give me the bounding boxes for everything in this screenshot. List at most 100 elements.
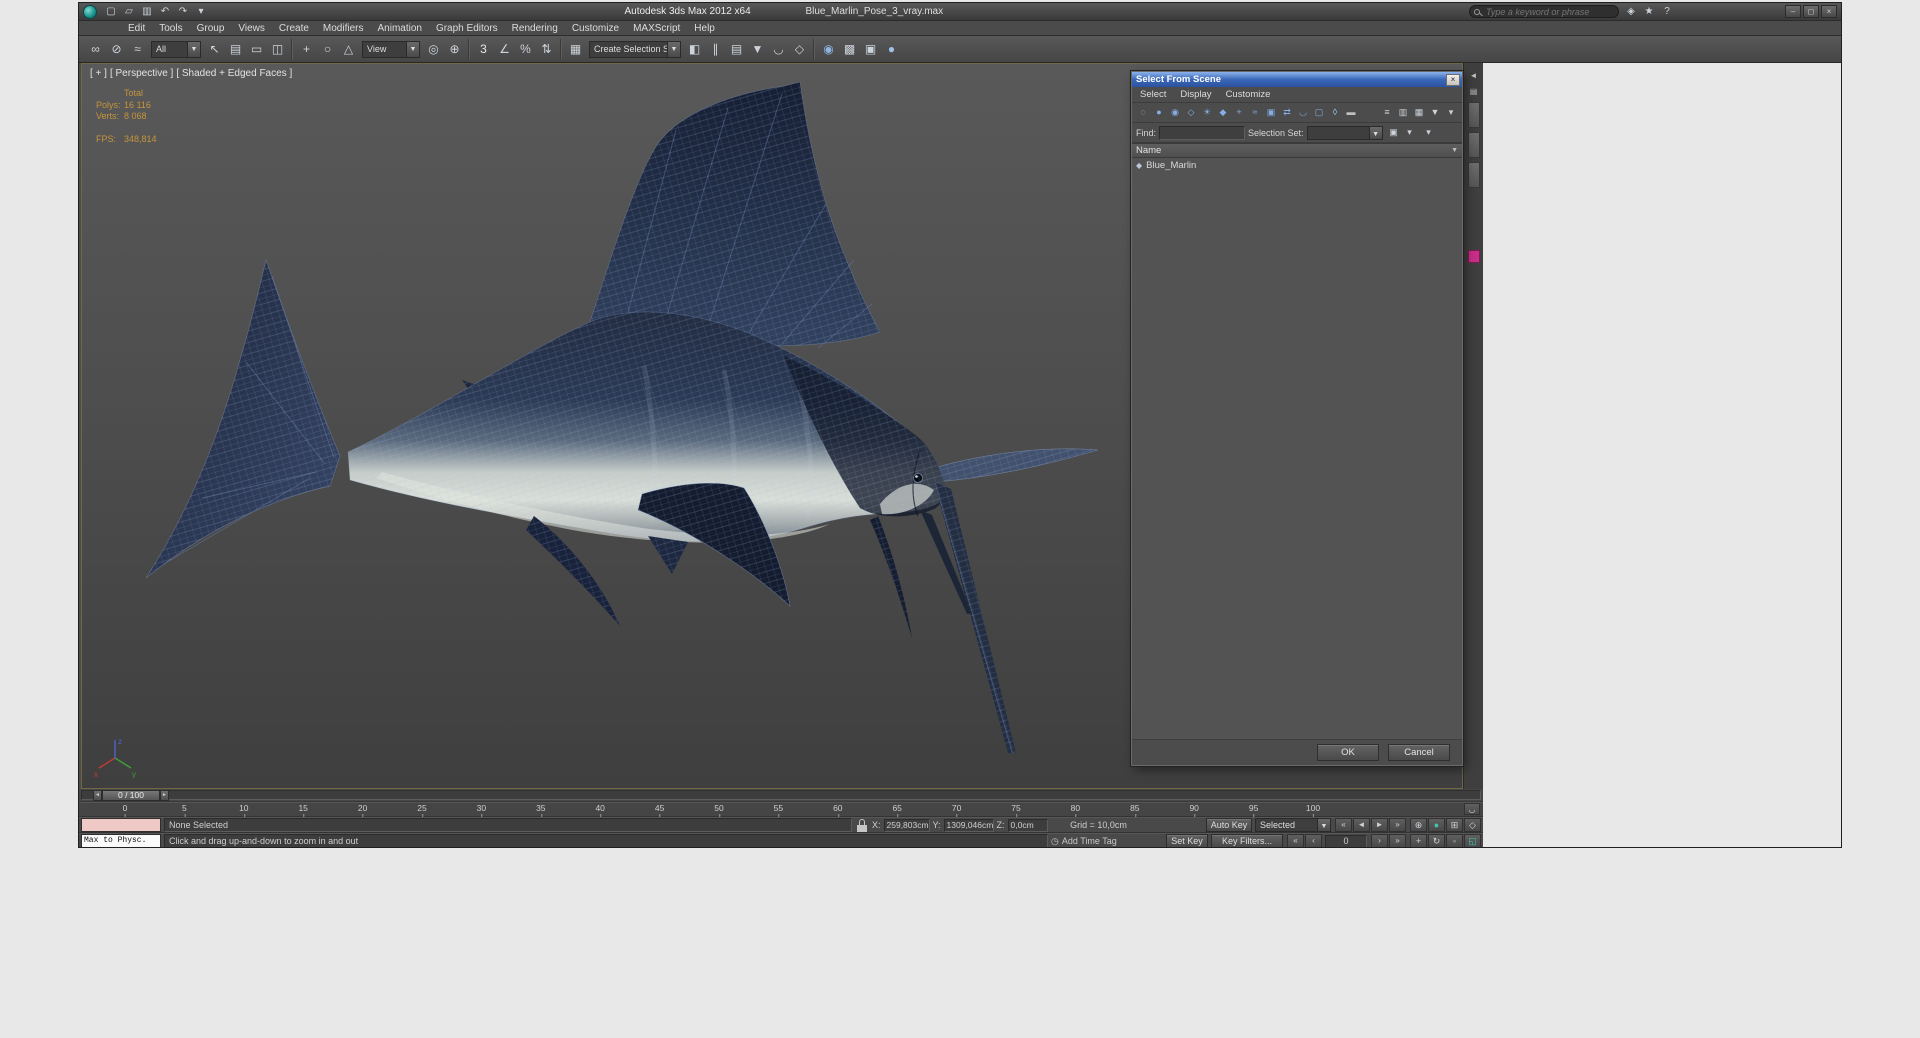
menu-maxscript[interactable]: MAXScript: [626, 21, 687, 36]
menu-rendering[interactable]: Rendering: [505, 21, 565, 36]
maxscript-mini-listener[interactable]: Max to Physc.: [81, 834, 161, 847]
viewport-general-menu[interactable]: [ + ]: [90, 68, 107, 79]
snaps-toggle-icon[interactable]: 3: [473, 39, 494, 60]
select-by-name-icon[interactable]: ▤: [225, 39, 246, 60]
display-none-icon[interactable]: ◌: [1135, 105, 1151, 120]
previous-key-button[interactable]: ◄: [1353, 818, 1370, 832]
help-icon[interactable]: ?: [1658, 4, 1676, 19]
menu-select[interactable]: Select: [1133, 87, 1173, 102]
menu-group[interactable]: Group: [190, 21, 232, 36]
select-and-rotate-icon[interactable]: ○: [317, 39, 338, 60]
display-hidden-icon[interactable]: ▬: [1343, 105, 1359, 120]
display-groups-icon[interactable]: ▣: [1263, 105, 1279, 120]
graphite-modeling-icon[interactable]: ▼: [747, 39, 768, 60]
go-to-start-frame-button[interactable]: «: [1287, 834, 1304, 847]
scene-object-row[interactable]: ◆ Blue_Marlin: [1132, 158, 1462, 172]
menu-edit[interactable]: Edit: [121, 21, 152, 36]
previous-frame-nub[interactable]: ◄: [93, 790, 102, 801]
schematic-view-icon[interactable]: ◇: [789, 39, 810, 60]
use-pivot-point-center-icon[interactable]: ◎: [423, 39, 444, 60]
panel-scroll-segment[interactable]: [1467, 162, 1480, 188]
display-shapes-icon[interactable]: ◇: [1183, 105, 1199, 120]
render-setup-icon[interactable]: ▩: [839, 39, 860, 60]
zoom-region-icon[interactable]: ⊞: [1446, 818, 1463, 832]
filter-selection-icon[interactable]: ▼: [1427, 105, 1443, 120]
display-xrefs-icon[interactable]: ⇄: [1279, 105, 1295, 120]
selection-lock-icon[interactable]: [857, 818, 867, 832]
ok-button[interactable]: OK: [1317, 744, 1379, 761]
find-input[interactable]: [1159, 125, 1246, 140]
x-coordinate-field[interactable]: 259,803cm: [883, 818, 930, 832]
window-crossing-icon[interactable]: ◫: [267, 39, 288, 60]
select-and-link-icon[interactable]: ∞: [85, 39, 106, 60]
panel-scroll-segment[interactable]: [1467, 132, 1480, 158]
selected-filter-dropdown[interactable]: Selected ▼: [1255, 818, 1331, 832]
y-coordinate-field[interactable]: 1309,046cm: [943, 818, 994, 832]
time-slider-handle[interactable]: 0 / 100: [102, 790, 160, 801]
time-slider[interactable]: ◄ 0 / 100 ►: [79, 789, 1483, 802]
track-bar[interactable]: 0 5 10 15 20 25 30 35 40 45 50 55 60 65 70 75 80 85 90 95 10…: [79, 802, 1483, 817]
selection-set-menu-icon[interactable]: ▾: [1402, 125, 1418, 140]
menu-animation[interactable]: Animation: [370, 21, 428, 36]
play-animation-button[interactable]: ►: [1371, 818, 1388, 832]
search-input[interactable]: [1469, 5, 1619, 18]
new-scene-icon[interactable]: ▢: [102, 4, 120, 19]
named-selection-sets-dropdown[interactable]: Create Selection Set▼: [589, 40, 681, 58]
display-mode-list-icon[interactable]: ≡: [1379, 105, 1395, 120]
open-mini-curve-editor-button[interactable]: ◡: [1464, 803, 1480, 815]
command-panel-arrow-icon[interactable]: ◄: [1467, 69, 1481, 82]
time-slider-track[interactable]: [81, 790, 1481, 800]
display-cameras-icon[interactable]: ◆: [1215, 105, 1231, 120]
menu-customize[interactable]: Customize: [1219, 87, 1278, 102]
orbit-icon[interactable]: ↻: [1428, 834, 1445, 847]
reference-coordinate-dropdown[interactable]: View ▼: [362, 40, 420, 58]
display-frozen-icon[interactable]: ◊: [1327, 105, 1343, 120]
undo-icon[interactable]: ↶: [156, 4, 174, 19]
select-and-scale-icon[interactable]: △: [338, 39, 359, 60]
select-and-manipulate-icon[interactable]: ⊕: [444, 39, 465, 60]
favorites-icon[interactable]: ★: [1640, 4, 1658, 19]
angle-snap-icon[interactable]: ∠: [494, 39, 515, 60]
menu-create[interactable]: Create: [272, 21, 316, 36]
edit-named-selection-sets-icon[interactable]: ▦: [565, 39, 586, 60]
add-time-tag-button[interactable]: ◷ Add Time Tag: [1051, 836, 1163, 847]
mirror-icon[interactable]: ◧: [684, 39, 705, 60]
save-file-icon[interactable]: ▥: [138, 4, 156, 19]
display-lights-icon[interactable]: ☀: [1199, 105, 1215, 120]
viewport-pov-menu[interactable]: [ Perspective ]: [110, 68, 173, 79]
cancel-button[interactable]: Cancel: [1388, 744, 1450, 761]
unlink-selection-icon[interactable]: ⊘: [106, 39, 127, 60]
zoom-extents-icon[interactable]: ●: [1428, 818, 1445, 832]
rectangular-selection-region-icon[interactable]: ▭: [246, 39, 267, 60]
dialog-title-bar[interactable]: Select From Scene ×: [1132, 72, 1462, 87]
align-icon[interactable]: ∥: [705, 39, 726, 60]
curve-editor-icon[interactable]: ◡: [768, 39, 789, 60]
current-frame-field[interactable]: 0: [1325, 834, 1367, 847]
magenta-color-swatch[interactable]: [1467, 250, 1480, 263]
material-editor-icon[interactable]: ◉: [818, 39, 839, 60]
maximize-viewport-icon[interactable]: ◱: [1464, 834, 1481, 847]
close-button[interactable]: ×: [1821, 5, 1837, 18]
display-space-warps-icon[interactable]: ≈: [1247, 105, 1263, 120]
redo-icon[interactable]: ↷: [174, 4, 192, 19]
menu-tools[interactable]: Tools: [152, 21, 189, 36]
dialog-options-icon[interactable]: ▾: [1443, 105, 1459, 120]
select-object-icon[interactable]: ↖: [204, 39, 225, 60]
panel-scroll-segment[interactable]: [1467, 102, 1480, 128]
open-file-icon[interactable]: ▱: [120, 4, 138, 19]
select-and-move-icon[interactable]: +: [296, 39, 317, 60]
menu-modifiers[interactable]: Modifiers: [316, 21, 371, 36]
command-panel-tab-icon[interactable]: ▤: [1467, 85, 1481, 98]
save-selection-set-icon[interactable]: ▣: [1386, 125, 1402, 140]
application-menu-button[interactable]: [83, 4, 97, 19]
bind-to-space-warp-icon[interactable]: ≈: [127, 39, 148, 60]
menu-graph-editors[interactable]: Graph Editors: [429, 21, 505, 36]
dialog-more-button[interactable]: ▾: [1421, 125, 1437, 140]
display-bones-icon[interactable]: ◡: [1295, 105, 1311, 120]
display-mode-columns-icon[interactable]: ▦: [1411, 105, 1427, 120]
project-folder-icon[interactable]: ▾: [192, 4, 210, 19]
layer-manager-icon[interactable]: ▤: [726, 39, 747, 60]
viewport-shading-menu[interactable]: [ Shaded + Edged Faces ]: [176, 68, 292, 79]
zoom-icon[interactable]: ⊕: [1410, 818, 1427, 832]
menu-help[interactable]: Help: [687, 21, 722, 36]
